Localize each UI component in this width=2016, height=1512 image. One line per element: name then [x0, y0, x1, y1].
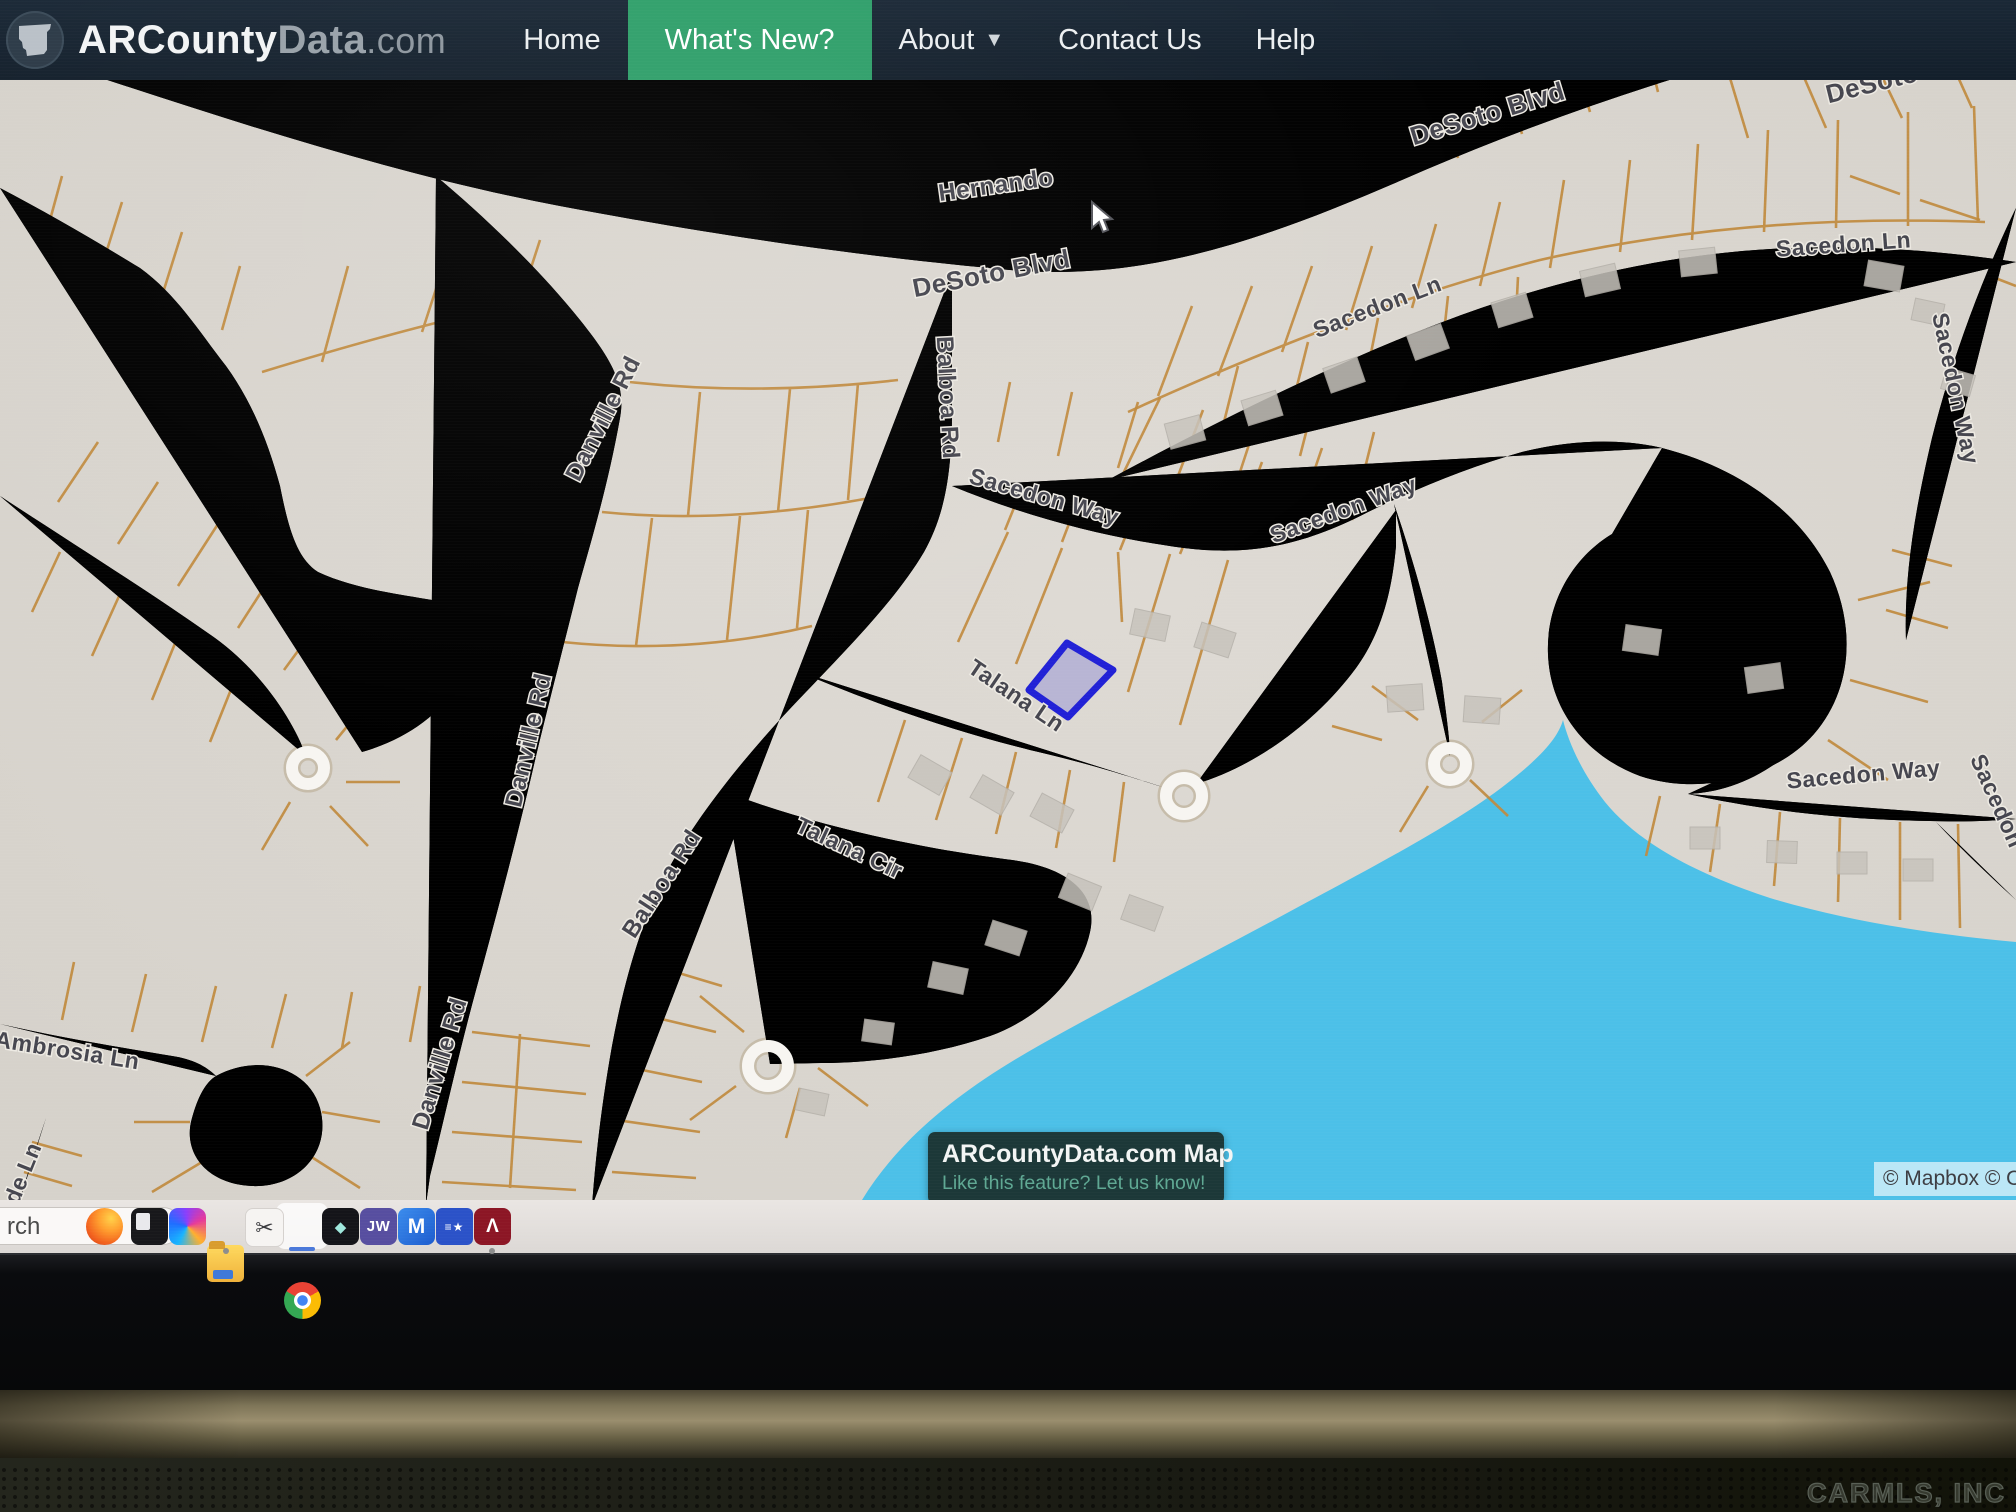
street-label: Sacedon [1965, 750, 2016, 851]
street-label: de Ln [0, 1139, 47, 1200]
arkansas-state-icon [6, 11, 64, 69]
windows-taskbar: rch ✂ ◆ JW M ≡★ Λ [0, 1200, 2016, 1253]
malwarebytes-icon[interactable]: M [398, 1208, 435, 1245]
acrobat-icon[interactable]: Λ [474, 1208, 511, 1245]
street-label: Ambrosia Ln [0, 1026, 141, 1075]
chrome-icon[interactable] [284, 1282, 321, 1319]
map-attribution[interactable]: © Mapbox © O [1874, 1162, 2016, 1196]
site-logo[interactable]: ARCountyData.com [6, 0, 446, 80]
navbar: ARCountyData.com Home What's New? About▼… [0, 0, 2016, 80]
parcel-map[interactable]: HernandoDeSoto BlvdDeSoto BlvdDeSotoSace… [0, 80, 2016, 1200]
nav-item-home[interactable]: Home [496, 0, 627, 80]
nav-item-about[interactable]: About▼ [872, 0, 1032, 80]
snipping-tool-icon[interactable]: ✂ [245, 1208, 284, 1247]
map-feature-badge[interactable]: ARCountyData.com Map Like this feature? … [928, 1132, 1224, 1200]
nav-item-help[interactable]: Help [1229, 0, 1343, 80]
site-title: ARCountyData.com [78, 18, 446, 63]
dark-app-icon[interactable] [131, 1208, 168, 1245]
photo-watermark: CARMLS, INC [1807, 1478, 2006, 1509]
nav-item-whats-new[interactable]: What's New? [628, 0, 872, 80]
copilot-icon[interactable] [169, 1208, 206, 1245]
street-label: Sacedon Way [1785, 754, 1941, 793]
chrome-running-indicator [289, 1247, 315, 1251]
running-app-dot [223, 1248, 229, 1254]
media-app-icon[interactable]: ◆ [322, 1208, 359, 1245]
laptop-photo: ARCountyData.com Home What's New? About▼… [0, 0, 2016, 1512]
badge-subtitle[interactable]: Like this feature? Let us know! [942, 1172, 1210, 1195]
nav-menu: Home What's New? About▼ Contact Us Help [496, 0, 1342, 80]
speaker-grille [0, 1466, 2016, 1512]
nav-item-contact-us[interactable]: Contact Us [1031, 0, 1228, 80]
badge-title: ARCountyData.com Map [942, 1140, 1210, 1169]
laptop-bezel: hp [0, 1253, 2016, 1392]
running-app-dot [489, 1248, 495, 1254]
street-label: DeSoto [1823, 80, 1921, 109]
laptop-hinge [0, 1390, 2016, 1458]
caret-down-icon: ▼ [984, 29, 1004, 52]
jw-library-icon[interactable]: JW [360, 1208, 397, 1245]
arkansas-shape [19, 24, 51, 56]
search-text-fragment: rch [7, 1208, 40, 1245]
blue-list-app-icon[interactable]: ≡★ [436, 1208, 473, 1245]
firefox-icon[interactable] [86, 1208, 123, 1245]
laptop-base [0, 1458, 2016, 1512]
